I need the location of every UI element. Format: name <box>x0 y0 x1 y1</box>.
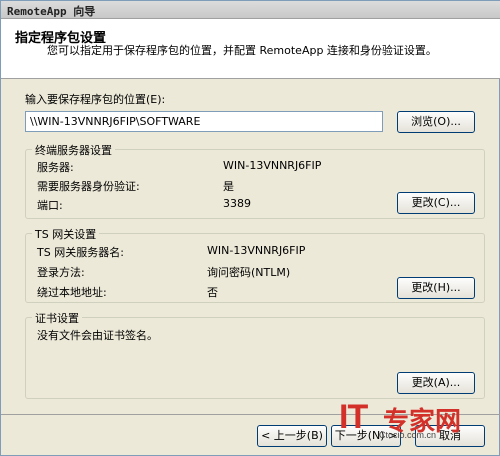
watermark-it-text: IT <box>339 398 368 436</box>
wizard-header: 指定程序包设置 您可以指定用于保存程序包的位置，并配置 RemoteApp 连接… <box>1 19 500 79</box>
package-location-label: 输入要保存程序包的位置(E): <box>25 93 166 106</box>
server-label: 服务器: <box>37 161 74 174</box>
change-certificate-button[interactable]: 更改(A)... <box>397 372 475 394</box>
package-location-input[interactable] <box>25 111 383 132</box>
bypass-local-value: 否 <box>207 286 218 299</box>
bypass-local-label: 绕过本地地址: <box>37 286 107 299</box>
title-bar: RemoteApp 向导 <box>1 1 500 19</box>
ts-gateway-server-label: TS 网关服务器名: <box>37 246 124 259</box>
browse-button[interactable]: 浏览(O)... <box>397 111 475 133</box>
port-label: 端口: <box>37 199 63 212</box>
change-terminal-server-button[interactable]: 更改(C)... <box>397 192 475 214</box>
server-value: WIN-13VNNRJ6FIP <box>223 159 322 172</box>
change-ts-gateway-button[interactable]: 更改(H)... <box>397 277 475 299</box>
login-method-value: 询问密码(NTLM) <box>207 266 291 279</box>
certificate-group-title: 证书设置 <box>32 310 82 326</box>
ts-gateway-group-title: TS 网关设置 <box>32 226 100 242</box>
server-auth-value: 是 <box>223 180 234 193</box>
back-button[interactable]: < 上一步(B) <box>257 425 327 447</box>
page-description: 您可以指定用于保存程序包的位置，并配置 RemoteApp 连接和身份验证设置。 <box>47 44 437 57</box>
terminal-server-group-title: 终端服务器设置 <box>32 142 115 158</box>
watermark-logo: IT 专家网 Ctocio.com.cn <box>339 398 499 444</box>
server-auth-label: 需要服务器身份验证: <box>37 180 140 193</box>
login-method-label: 登录方法: <box>37 266 85 279</box>
watermark-url-text: Ctocio.com.cn <box>379 430 437 440</box>
remoteapp-wizard-window: RemoteApp 向导 指定程序包设置 您可以指定用于保存程序包的位置，并配置… <box>0 0 500 456</box>
certificate-message: 没有文件会由证书签名。 <box>37 329 158 342</box>
window-title: RemoteApp 向导 <box>7 5 96 18</box>
port-value: 3389 <box>223 197 251 210</box>
ts-gateway-server-value: WIN-13VNNRJ6FIP <box>207 244 306 257</box>
